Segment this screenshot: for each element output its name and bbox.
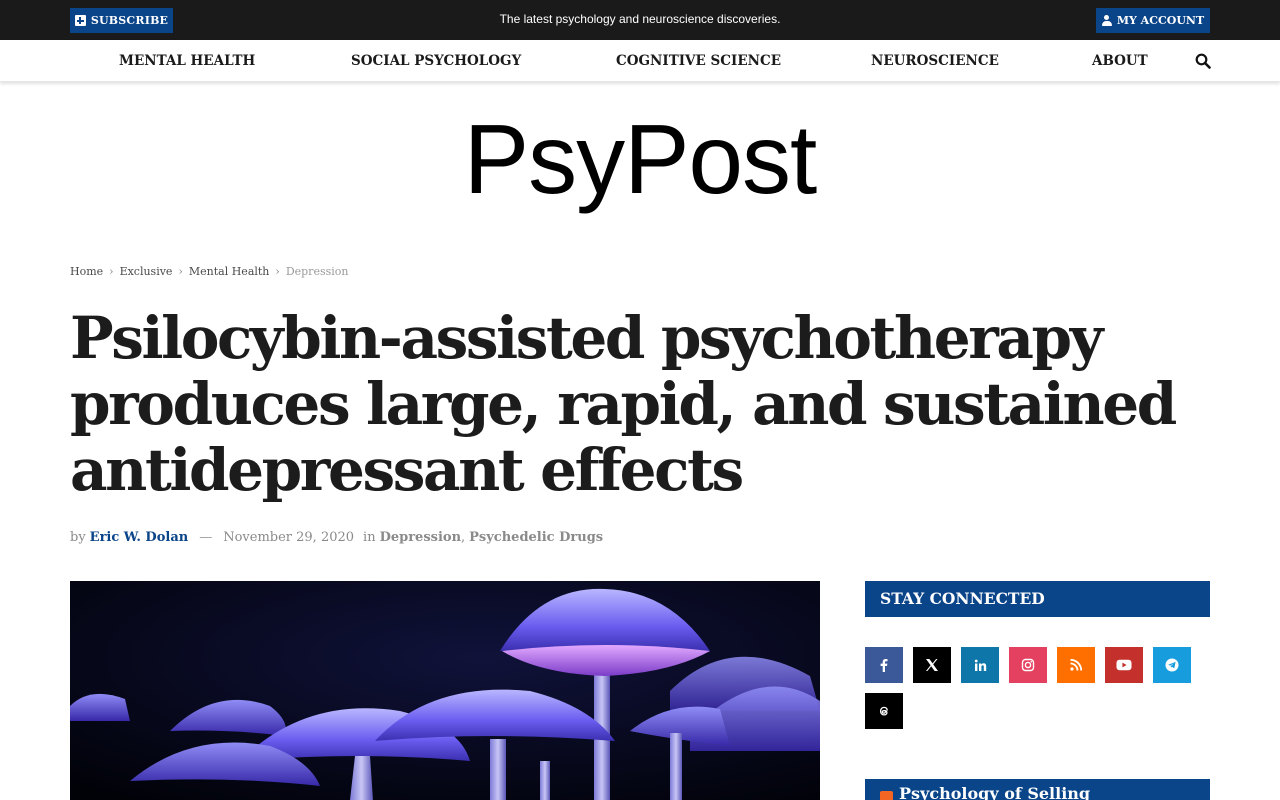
top-bar: SUBSCRIBE The latest psychology and neur…	[0, 0, 1280, 40]
site-logo[interactable]: PsyPost	[0, 102, 1280, 217]
breadcrumb-depression: Depression	[285, 265, 349, 278]
x-button[interactable]	[913, 647, 951, 683]
in-label: in	[363, 530, 376, 545]
chevron-right-icon: ›	[178, 265, 183, 278]
article-headline: Psilocybin-assisted psychotherapy produc…	[70, 304, 1177, 504]
facebook-icon	[880, 659, 888, 672]
rss-button[interactable]	[1057, 647, 1095, 683]
youtube-icon	[1116, 659, 1132, 671]
facebook-button[interactable]	[865, 647, 903, 683]
psychology-of-selling-title[interactable]: Psychology of Selling	[899, 779, 1090, 800]
nav-about[interactable]: ABOUT	[1092, 40, 1148, 82]
threads-button[interactable]	[865, 693, 903, 729]
chevron-right-icon: ›	[275, 265, 280, 278]
my-account-label: MY ACCOUNT	[1116, 14, 1205, 27]
rss-icon	[880, 791, 893, 800]
nav-social-psychology[interactable]: SOCIAL PSYCHOLOGY	[351, 40, 521, 82]
my-account-button[interactable]: MY ACCOUNT	[1096, 8, 1210, 33]
mushrooms-image	[70, 581, 820, 800]
meta-dash: —	[199, 530, 213, 545]
x-icon	[926, 659, 938, 671]
chevron-right-icon: ›	[109, 265, 114, 278]
category-psychedelic-drugs[interactable]: Psychedelic Drugs	[469, 530, 603, 545]
rss-icon	[1070, 659, 1082, 671]
nav-neuroscience[interactable]: NEUROSCIENCE	[871, 40, 999, 82]
breadcrumb: Home › Exclusive › Mental Health › Depre…	[70, 265, 348, 278]
publish-date: November 29, 2020	[223, 530, 355, 545]
stay-connected-heading: STAY CONNECTED	[865, 581, 1210, 617]
telegram-icon	[1165, 658, 1179, 672]
breadcrumb-exclusive[interactable]: Exclusive	[120, 265, 173, 278]
category-depression[interactable]: Depression	[380, 530, 461, 545]
linkedin-button[interactable]	[961, 647, 999, 683]
author-link[interactable]: Eric W. Dolan	[90, 530, 189, 545]
user-icon	[1101, 15, 1112, 26]
instagram-icon	[1021, 658, 1035, 672]
linkedin-icon	[974, 659, 986, 671]
nav-mental-health[interactable]: MENTAL HEALTH	[119, 40, 255, 82]
article-meta: by Eric W. Dolan — November 29, 2020 in …	[70, 530, 603, 545]
youtube-button[interactable]	[1105, 647, 1143, 683]
threads-icon	[879, 706, 888, 716]
psychology-of-selling-heading: Psychology of Selling	[865, 779, 1210, 800]
breadcrumb-mental-health[interactable]: Mental Health	[189, 265, 270, 278]
by-label: by	[70, 530, 86, 545]
nav-cognitive-science[interactable]: COGNITIVE SCIENCE	[616, 40, 781, 82]
site-tagline: The latest psychology and neuroscience d…	[499, 12, 781, 26]
category-separator: ,	[461, 530, 466, 545]
breadcrumb-home[interactable]: Home	[70, 265, 103, 278]
featured-image	[70, 581, 820, 800]
instagram-button[interactable]	[1009, 647, 1047, 683]
main-nav: MENTAL HEALTH SOCIAL PSYCHOLOGY COGNITIV…	[0, 40, 1280, 82]
search-icon[interactable]	[1195, 53, 1211, 69]
telegram-button[interactable]	[1153, 647, 1191, 683]
